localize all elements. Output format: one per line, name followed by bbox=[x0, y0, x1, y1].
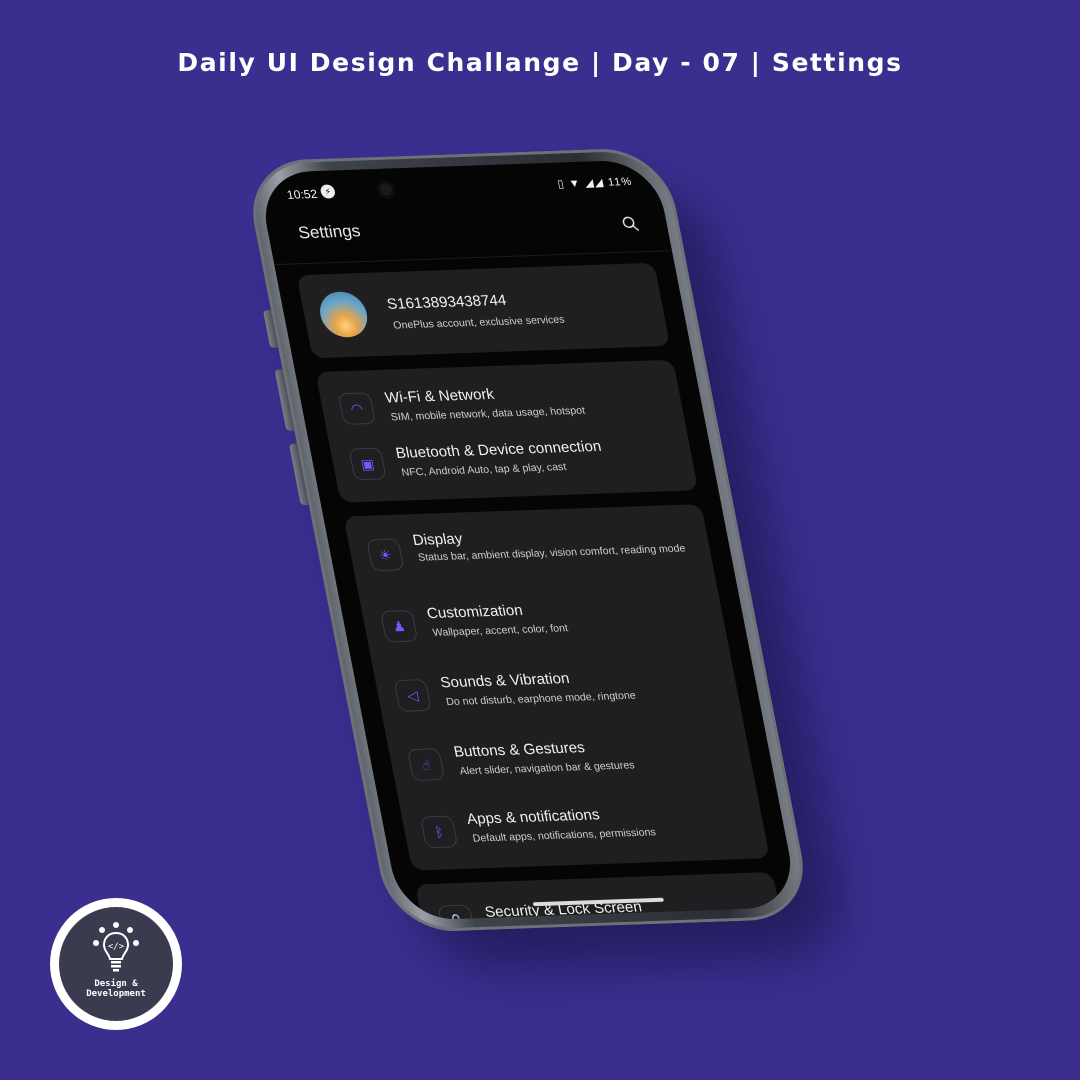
phone-mockup: 10:52 ⚡ ▯ ▼ ◢◢ 11% Settings S16138934387 bbox=[242, 146, 852, 972]
signal-icon: ◢◢ bbox=[583, 176, 606, 190]
lock-icon: 🔒 bbox=[437, 904, 476, 921]
list-item-security-lock[interactable]: 🔒 Security & Lock Screen bbox=[415, 872, 780, 921]
list-item-title: Buttons & Gestures bbox=[452, 739, 587, 761]
list-item-subtitle: Default apps, notifications, permissions bbox=[471, 826, 657, 845]
volume-down-button bbox=[288, 443, 309, 506]
header-divider bbox=[274, 250, 673, 266]
brightness-icon: ☀ bbox=[366, 538, 405, 572]
status-time: 10:52 bbox=[285, 186, 319, 202]
logo-badge: </> Design & Development bbox=[50, 898, 182, 1030]
list-item-subtitle: SIM, mobile network, data usage, hotspot bbox=[389, 404, 587, 424]
svg-text:</>: </> bbox=[108, 942, 125, 952]
list-item-subtitle: Wallpaper, accent, color, font bbox=[431, 622, 569, 639]
list-item-title: Customization bbox=[425, 601, 525, 623]
status-indicators: ▯ ▼ ◢◢ 11% bbox=[556, 175, 634, 191]
account-subtitle: OnePlus account, exclusive services bbox=[392, 313, 566, 332]
list-item-subtitle: NFC, Android Auto, tap & play, cast bbox=[400, 461, 568, 479]
list-item-apps-notifications[interactable]: ᛒ Apps & notifications Default apps, not… bbox=[399, 789, 769, 867]
vibrate-icon: ▯ bbox=[556, 178, 566, 191]
speaker-icon: ◁ bbox=[393, 679, 432, 712]
avatar bbox=[316, 290, 372, 339]
search-icon[interactable] bbox=[621, 216, 640, 232]
device-link-icon: ▣ bbox=[348, 447, 387, 481]
logo-line-1: Design & bbox=[94, 979, 138, 989]
volume-up-button bbox=[274, 369, 295, 431]
account-name: S1613893438744 bbox=[385, 291, 508, 313]
logo-line-2: Development bbox=[86, 989, 146, 999]
list-item-bluetooth-device[interactable]: ▣ Bluetooth & Device connection NFC, And… bbox=[328, 425, 697, 495]
page-heading: Daily UI Design Challange | Day - 07 | S… bbox=[177, 48, 903, 77]
security-card: 🔒 Security & Lock Screen bbox=[414, 871, 785, 921]
battery-level: 11% bbox=[606, 175, 634, 189]
logo-inner: </> Design & Development bbox=[59, 907, 173, 1021]
wifi-icon: ▼ bbox=[567, 177, 582, 191]
list-item-sounds-vibration[interactable]: ◁ Sounds & Vibration Do not disturb, ear… bbox=[372, 652, 742, 730]
messenger-icon: ⚡ bbox=[319, 184, 337, 199]
list-item-customization[interactable]: ♟ Customization Wallpaper, accent, color… bbox=[359, 583, 729, 661]
list-item-title: Apps & notifications bbox=[465, 806, 601, 828]
tshirt-icon: ♟ bbox=[380, 609, 419, 643]
page-title: Settings bbox=[296, 221, 362, 243]
wifi-icon: ◠ bbox=[337, 392, 376, 425]
lightbulb-code-icon: </> bbox=[93, 922, 139, 972]
list-item-subtitle: Alert slider, navigation bar & gestures bbox=[458, 759, 636, 778]
account-card[interactable]: S1613893438744 OnePlus account, exclusiv… bbox=[296, 262, 671, 359]
connectivity-card: ◠ Wi-Fi & Network SIM, mobile network, d… bbox=[315, 359, 699, 503]
list-item-title: Wi-Fi & Network bbox=[383, 385, 496, 407]
list-item-display[interactable]: ☀ Display Status bar, ambient display, v… bbox=[345, 512, 715, 590]
list-item-title: Sounds & Vibration bbox=[438, 670, 571, 692]
action-button bbox=[262, 310, 279, 348]
logo-text: Design & Development bbox=[59, 979, 173, 999]
list-item-buttons-gestures[interactable]: ☝ Buttons & Gestures Alert slider, navig… bbox=[386, 722, 756, 800]
list-item-title: Display bbox=[411, 530, 464, 549]
status-bar: 10:52 ⚡ ▯ ▼ ◢◢ 11% bbox=[256, 159, 662, 216]
gesture-hand-icon: ☝ bbox=[406, 748, 446, 782]
bluetooth-icon: ᛒ bbox=[419, 815, 459, 849]
device-settings-card: ☀ Display Status bar, ambient display, v… bbox=[343, 504, 770, 871]
front-camera bbox=[375, 180, 397, 199]
list-item-title: Bluetooth & Device connection bbox=[394, 437, 603, 462]
list-item-subtitle: Do not disturb, earphone mode, ringtone bbox=[445, 689, 637, 709]
phone-frame: 10:52 ⚡ ▯ ▼ ◢◢ 11% Settings S16138934387 bbox=[242, 146, 814, 934]
